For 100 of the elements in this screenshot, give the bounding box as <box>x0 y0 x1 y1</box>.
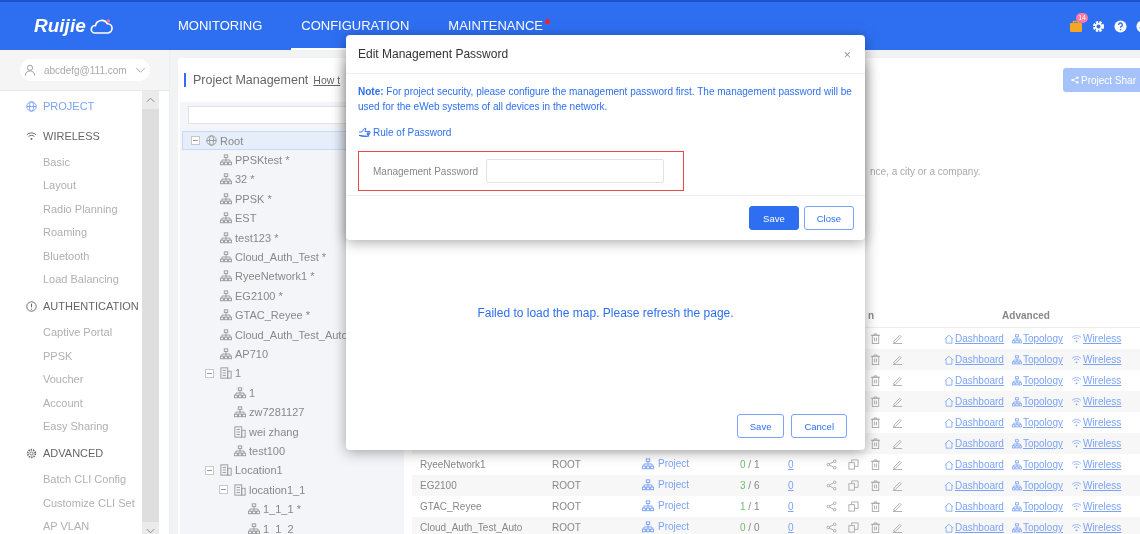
copy-icon[interactable] <box>848 501 859 513</box>
close-button[interactable]: × <box>841 46 853 62</box>
tree-node[interactable]: Cloud_Auth_Test_Auto <box>182 324 404 345</box>
dashboard-link[interactable]: Dashboard <box>944 354 1004 366</box>
alarm-count-link[interactable]: 0 <box>788 480 794 492</box>
trash-icon[interactable] <box>870 417 881 429</box>
edit-icon[interactable] <box>892 438 903 450</box>
share-icon[interactable] <box>826 480 837 492</box>
topology-link[interactable]: Topology <box>1011 333 1063 345</box>
menu-item[interactable]: Basic <box>26 151 142 175</box>
menu-item[interactable]: Layout <box>26 174 142 198</box>
alarm-count-link[interactable]: 0 <box>788 522 794 534</box>
menu-item[interactable]: Roaming <box>26 221 142 245</box>
tree-node[interactable]: wei zhang <box>182 421 404 442</box>
tree-node[interactable]: EST <box>182 208 404 228</box>
tree-node[interactable]: Cloud_Auth_Test * <box>182 247 404 267</box>
copy-icon[interactable] <box>848 522 859 534</box>
dialog-button[interactable]: Cancel <box>791 414 847 438</box>
menu-section[interactable]: ADVANCED <box>26 438 142 469</box>
password-field[interactable] <box>486 159 665 183</box>
topology-link[interactable]: Topology <box>1011 354 1063 366</box>
tree-node[interactable]: GTAC_Reyee * <box>182 305 404 325</box>
dashboard-link[interactable]: Dashboard <box>944 501 1004 513</box>
menu-item[interactable]: Customize CLI Set <box>26 491 142 516</box>
menu-item[interactable]: AP VLAN <box>26 515 142 534</box>
topology-link[interactable]: Topology <box>1011 480 1063 492</box>
trash-icon[interactable] <box>870 396 881 408</box>
topology-link[interactable]: Topology <box>1011 396 1063 408</box>
collapse-icon[interactable] <box>191 136 200 146</box>
wireless-link[interactable]: Wireless <box>1070 459 1122 471</box>
edit-icon[interactable] <box>892 333 903 345</box>
edit-icon[interactable] <box>892 480 903 492</box>
menu-section[interactable]: WIRELESS <box>26 121 142 151</box>
menu-section[interactable]: AUTHENTICATION <box>26 291 142 322</box>
menu-item[interactable]: Batch CLI Config <box>26 468 142 492</box>
collapse-icon[interactable] <box>205 368 214 378</box>
menu-item[interactable]: Load Balancing <box>26 267 142 292</box>
trash-icon[interactable] <box>870 333 881 345</box>
edit-icon[interactable] <box>892 501 903 513</box>
topology-link[interactable]: Topology <box>1011 501 1063 513</box>
dashboard-link[interactable]: Dashboard <box>944 417 1004 429</box>
nav-tab[interactable]: MONITORING <box>178 2 270 50</box>
settings-icon[interactable] <box>1092 19 1105 33</box>
wireless-link[interactable]: Wireless <box>1070 522 1122 534</box>
tree-node[interactable]: test100 <box>182 441 404 461</box>
topology-link[interactable]: Topology <box>1011 459 1063 471</box>
edit-icon[interactable] <box>892 522 903 534</box>
chevron-down-icon[interactable] <box>146 528 155 534</box>
tree-node[interactable]: 1 <box>182 363 404 384</box>
dialog-button[interactable]: Save <box>736 414 785 438</box>
trash-icon[interactable] <box>870 522 881 534</box>
scrollbar[interactable] <box>142 91 159 534</box>
collapse-icon[interactable] <box>219 485 228 495</box>
menu-item[interactable]: Account <box>26 391 142 415</box>
dashboard-link[interactable]: Dashboard <box>944 375 1004 387</box>
project-link[interactable]: Project <box>642 520 690 533</box>
topology-link[interactable]: Topology <box>1011 522 1063 534</box>
tree-node[interactable]: 1 <box>182 383 404 403</box>
project-link[interactable]: Project <box>642 499 690 512</box>
trash-icon[interactable] <box>870 438 881 450</box>
trash-icon[interactable] <box>870 480 881 492</box>
menu-item[interactable]: Radio Planning <box>26 197 142 222</box>
topology-link[interactable]: Topology <box>1011 438 1063 450</box>
edit-icon[interactable] <box>892 396 903 408</box>
dashboard-link[interactable]: Dashboard <box>944 438 1004 450</box>
tree-node[interactable]: location1_1 <box>182 480 404 500</box>
dashboard-link[interactable]: Dashboard <box>944 396 1004 408</box>
menu-item[interactable]: Easy Sharing <box>26 414 142 439</box>
edit-icon[interactable] <box>892 375 903 387</box>
topology-link[interactable]: Topology <box>1011 375 1063 387</box>
edit-icon[interactable] <box>892 417 903 429</box>
tree-node[interactable]: RyeeNetwork1 * <box>182 266 404 287</box>
wireless-link[interactable]: Wireless <box>1070 396 1122 408</box>
menu-item[interactable]: Captive Portal <box>26 321 142 345</box>
copy-icon[interactable] <box>848 459 859 471</box>
tree-node[interactable]: Location1 <box>182 460 404 481</box>
trash-icon[interactable] <box>870 375 881 387</box>
help-icon[interactable] <box>1114 19 1127 33</box>
tree-node[interactable]: AP710 <box>182 344 404 364</box>
share-icon[interactable] <box>826 459 837 471</box>
bag-icon[interactable] <box>1069 19 1083 33</box>
trash-icon[interactable] <box>870 354 881 366</box>
dashboard-link[interactable]: Dashboard <box>944 333 1004 345</box>
tree-node[interactable]: test123 * <box>182 227 404 248</box>
tree-node[interactable]: 1_1_1 * <box>182 499 404 519</box>
project-link[interactable]: Project <box>642 457 690 470</box>
alarm-count-link[interactable]: 0 <box>788 459 794 471</box>
dialog-button[interactable]: Close <box>803 206 854 230</box>
menu-item[interactable]: PPSK <box>26 344 142 369</box>
edit-icon[interactable] <box>892 354 903 366</box>
wireless-link[interactable]: Wireless <box>1070 501 1122 513</box>
chevron-up-icon[interactable] <box>146 97 155 103</box>
dialog-button[interactable]: Save <box>749 206 799 230</box>
dashboard-link[interactable]: Dashboard <box>944 459 1004 471</box>
trash-icon[interactable] <box>870 459 881 471</box>
dashboard-link[interactable]: Dashboard <box>944 522 1004 534</box>
share-button[interactable]: Project Shar <box>1062 68 1140 92</box>
wireless-link[interactable]: Wireless <box>1070 375 1122 387</box>
menu-item[interactable]: Bluetooth <box>26 244 142 268</box>
share-icon[interactable] <box>826 522 837 534</box>
